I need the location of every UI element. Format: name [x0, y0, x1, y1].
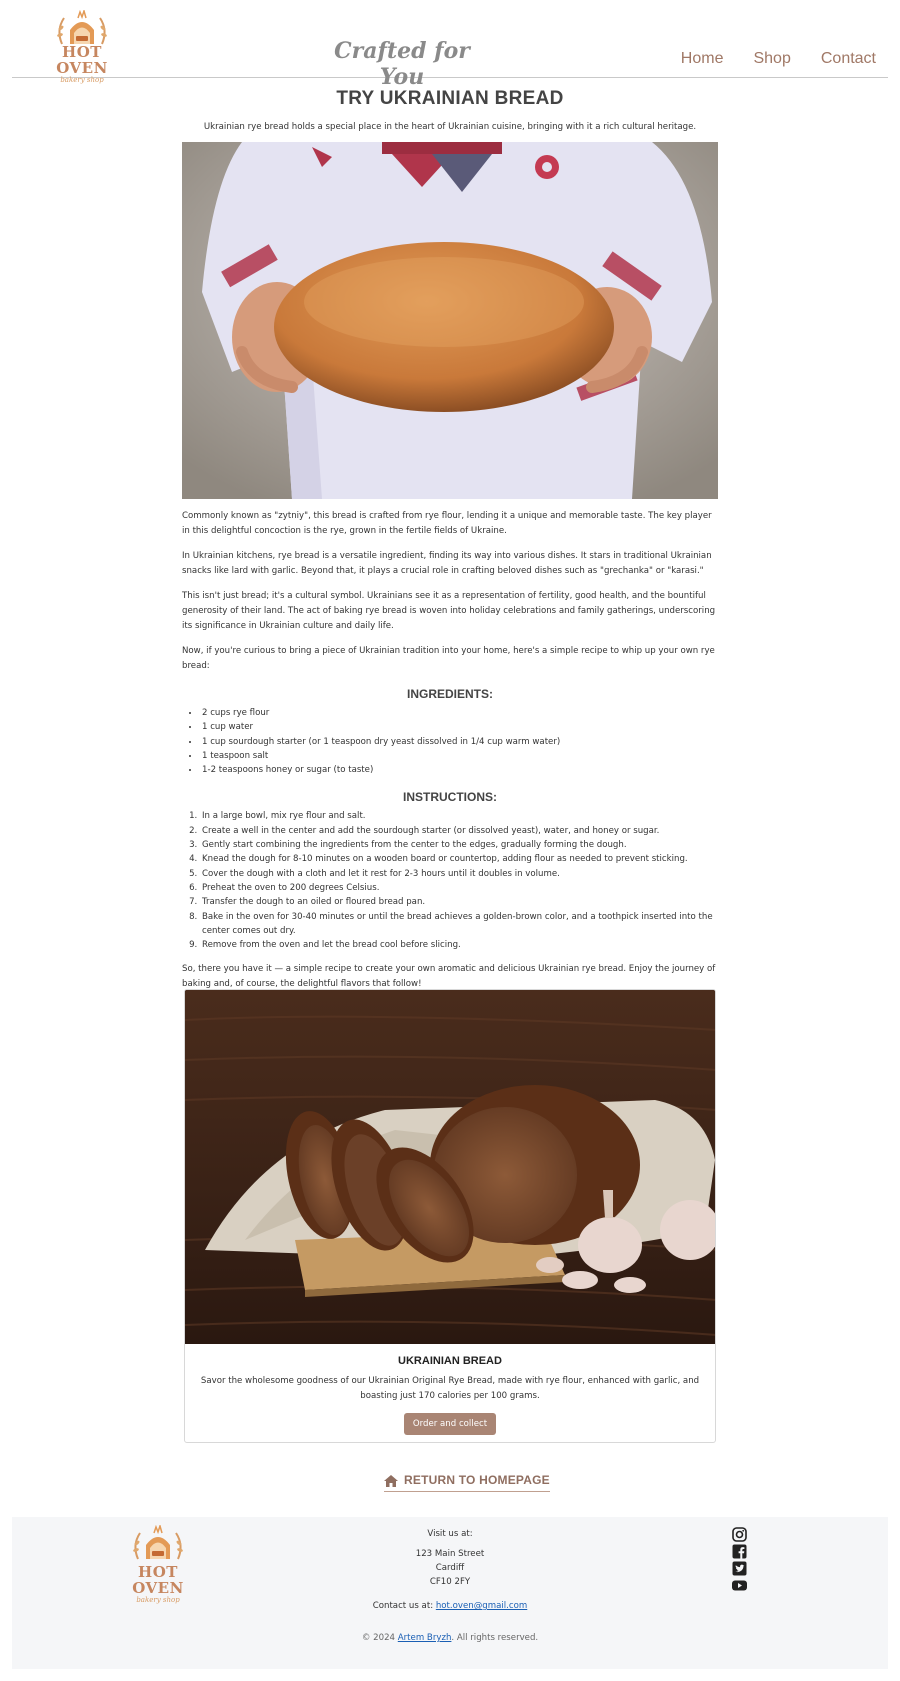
site-footer: HOT OVEN bakery shop Visit us at: 123 Ma… — [12, 1517, 888, 1669]
facebook-icon[interactable] — [732, 1544, 747, 1559]
logo-subtitle: bakery shop — [60, 76, 104, 84]
list-item: 2 cups rye flour — [200, 706, 718, 720]
woman-holding-bread-image — [182, 142, 718, 499]
list-item: Create a well in the center and add the … — [200, 824, 718, 838]
main-nav: Home Shop Contact — [681, 48, 876, 70]
footer-logo[interactable]: HOT OVEN bakery shop — [116, 1523, 200, 1604]
address-line: Cardiff — [435, 1563, 465, 1573]
ingredients-heading: INGREDIENTS: — [406, 687, 493, 701]
list-item: Cover the dough with a cloth and let it … — [200, 867, 718, 881]
nav-contact-link[interactable]: Contact — [821, 48, 876, 70]
list-item: 1 teaspoon salt — [200, 749, 718, 763]
copyright: © 2024 Artem Bryzh. All rights reserved. — [300, 1632, 600, 1646]
list-item: 1 cup sourdough starter (or 1 teaspoon d… — [200, 735, 718, 749]
list-item: 1-2 teaspoons honey or sugar (to taste) — [200, 763, 718, 777]
address-line: CF10 2FY — [429, 1577, 471, 1587]
list-item: Knead the dough for 8-10 minutes on a wo… — [200, 852, 718, 866]
site-logo[interactable]: HOT OVEN bakery shop — [40, 10, 124, 84]
home-icon — [384, 1474, 398, 1487]
tagline: Crafted for You — [334, 38, 470, 90]
site-header: HOT OVEN bakery shop Crafted for You Hom… — [12, 0, 888, 90]
list-item: In a large bowl, mix rye flour and salt. — [200, 809, 718, 823]
return-to-homepage-link[interactable]: RETURN TO HOMEPAGE — [384, 1470, 550, 1492]
list-item: Transfer the dough to an oiled or floure… — [200, 895, 718, 909]
hero-image — [182, 142, 718, 499]
instagram-icon[interactable] — [732, 1527, 747, 1542]
list-item: Preheat the oven to 200 degrees Celsius. — [200, 881, 718, 895]
article-paragraph: Commonly known as "zytniy", this bread i… — [182, 511, 712, 536]
list-item: Gently start combining the ingredients f… — [200, 838, 718, 852]
product-card: UKRAINIAN BREAD Savor the wholesome good… — [184, 989, 716, 1443]
product-image — [185, 990, 715, 1344]
author-link[interactable]: Artem Bryzh — [398, 1633, 452, 1643]
nav-shop-link[interactable]: Shop — [753, 48, 790, 70]
visit-us-block: Visit us at: 123 Main Street Cardiff CF1… — [350, 1527, 550, 1589]
contact-prefix: Contact us at: — [372, 1601, 434, 1611]
logo-name: HOT OVEN — [132, 1563, 184, 1598]
twitter-icon[interactable] — [732, 1561, 747, 1576]
list-item: Remove from the oven and let the bread c… — [200, 938, 718, 952]
product-description: Savor the wholesome goodness of our Ukra… — [200, 1376, 700, 1401]
article-paragraph: This isn't just bread; it's a cultural s… — [182, 591, 716, 631]
logo-name: HOT OVEN — [56, 43, 108, 77]
product-title: UKRAINIAN BREAD — [398, 1355, 502, 1367]
ingredients-list: 2 cups rye flour 1 cup water 1 cup sourd… — [200, 706, 718, 777]
return-link-label: RETURN TO HOMEPAGE — [404, 1472, 550, 1487]
rye-bread-image — [185, 990, 715, 1344]
closing-paragraph: So, there you have it — a simple recipe … — [182, 964, 716, 990]
list-item: 1 cup water — [200, 720, 718, 734]
instructions-heading: INSTRUCTIONS: — [403, 790, 497, 805]
youtube-icon[interactable] — [732, 1578, 747, 1593]
article: TRY UKRAINIAN BREAD Ukrainian rye bread … — [182, 86, 718, 992]
article-paragraph: Now, if you're curious to bring a piece … — [182, 646, 715, 671]
instructions-list: In a large bowl, mix rye flour and salt.… — [200, 809, 718, 952]
page-title: TRY UKRAINIAN BREAD — [336, 88, 564, 109]
list-item: Bake in the oven for 30-40 minutes or un… — [200, 910, 718, 939]
oven-logo-icon — [133, 1523, 183, 1560]
article-paragraph: In Ukrainian kitchens, rye bread is a ve… — [182, 551, 712, 576]
order-and-collect-button[interactable]: Order and collect — [404, 1413, 496, 1435]
intro-text: Ukrainian rye bread holds a special plac… — [203, 122, 697, 132]
address-line: 123 Main Street — [415, 1549, 485, 1559]
social-links — [732, 1527, 752, 1593]
email-link[interactable]: hot.oven@gmail.com — [436, 1601, 527, 1611]
copyright-suffix: . All rights reserved. — [451, 1633, 539, 1643]
logo-subtitle: bakery shop — [136, 1596, 180, 1605]
contact-line: Contact us at: hot.oven@gmail.com — [300, 1600, 600, 1614]
visit-label: Visit us at: — [427, 1529, 473, 1539]
nav-home-link[interactable]: Home — [681, 48, 724, 70]
copyright-prefix: © 2024 — [361, 1633, 396, 1643]
oven-logo-icon — [57, 10, 107, 45]
page: HOT OVEN bakery shop Crafted for You Hom… — [0, 0, 900, 1681]
